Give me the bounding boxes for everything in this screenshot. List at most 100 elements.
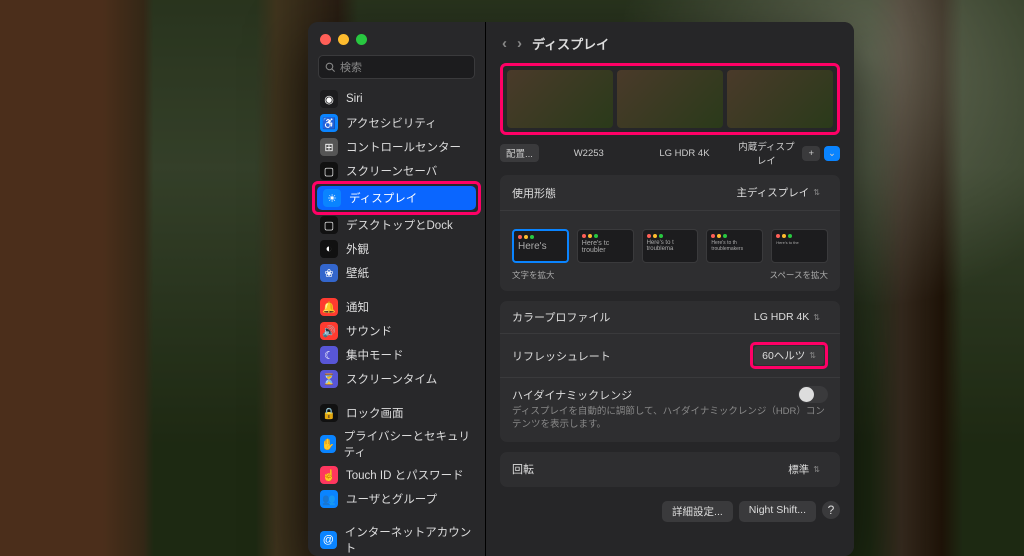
sidebar-item-desktop-dock[interactable]: ▢デスクトップとDock (308, 213, 485, 237)
rotation-row: 回転 標準⇅ (500, 452, 840, 487)
refresh-rate-select[interactable]: 60ヘルツ⇅ (754, 346, 824, 365)
sound-icon: 🔊 (320, 322, 338, 340)
scale-option[interactable]: Here's to t troublema (642, 229, 699, 267)
usage-label: 使用形態 (512, 185, 556, 201)
display-menu-button[interactable]: ⌄ (824, 146, 840, 161)
page-title: ディスプレイ (532, 34, 609, 53)
sidebar-item-label: スクリーンセーバ (346, 163, 437, 179)
sidebar-item-label: コントロールセンター (346, 139, 461, 155)
sidebar-item-appearance[interactable]: ◐ 外観 (308, 237, 485, 261)
sidebar-item-focus[interactable]: ☾ 集中モード (308, 343, 485, 367)
help-button[interactable]: ? (822, 501, 840, 519)
chevron-updown-icon: ⇅ (813, 465, 820, 474)
sidebar-item-label: 外観 (346, 241, 369, 257)
displays-icon: ☀ (323, 189, 341, 207)
usage-row: 使用形態 主ディスプレイ⇅ (500, 175, 840, 211)
at-icon: @ (320, 531, 337, 549)
sidebar-item-label: ユーザとグループ (346, 491, 437, 507)
annotation-highlight-refresh: 60ヘルツ⇅ (750, 342, 828, 369)
scale-option[interactable]: Here's to the (771, 229, 828, 267)
chevron-updown-icon: ⇅ (813, 313, 820, 322)
rotation-select[interactable]: 標準⇅ (780, 460, 828, 479)
rotation-label: 回転 (512, 461, 534, 477)
siri-icon: ◉ (320, 90, 338, 108)
hdr-toggle[interactable] (798, 386, 828, 403)
sidebar-item-wallpaper[interactable]: ❀ 壁紙 (308, 261, 485, 285)
sidebar-item-label: サウンド (346, 323, 392, 339)
back-button[interactable]: ‹ (502, 35, 507, 52)
display-names-row: 配置... W2253 LG HDR 4K 内蔵ディスプレイ + ⌄ (500, 137, 840, 175)
zoom-button[interactable] (356, 34, 367, 45)
users-icon: 👥 (320, 490, 338, 508)
color-profile-row: カラープロファイル LG HDR 4K⇅ (500, 301, 840, 334)
sidebar-item-label: プライバシーとセキュリティ (344, 428, 473, 460)
wallpaper-icon: ❀ (320, 264, 338, 282)
display-thumbnail[interactable] (617, 70, 723, 128)
search-icon (325, 62, 336, 73)
annotation-highlight-displays (500, 63, 840, 135)
sidebar-item-touchid[interactable]: ☝ Touch ID とパスワード (308, 463, 485, 487)
footer-buttons: 詳細設定... Night Shift... ? (500, 497, 840, 530)
sidebar-item-label: 集中モード (346, 347, 404, 363)
sidebar-item-screentime[interactable]: ⏳スクリーンタイム (308, 367, 485, 391)
scaling-row: Here's Here's tc troubler Here's to t tr… (500, 211, 840, 291)
screensaver-icon: ▢ (320, 162, 338, 180)
scale-option[interactable]: Here's to th troublemakers (706, 229, 763, 267)
sidebar-item-screensaver[interactable]: ▢ スクリーンセーバ (308, 159, 485, 183)
sidebar-item-label: Touch ID とパスワード (346, 467, 464, 483)
scale-option[interactable]: Here's tc troubler (577, 229, 634, 267)
scale-option[interactable]: Here's (512, 229, 569, 267)
sidebar-item-displays[interactable]: ☀ ディスプレイ (317, 186, 476, 210)
window-controls (308, 30, 485, 55)
display-name: W2253 (543, 148, 635, 159)
search-placeholder: 検索 (340, 59, 362, 75)
sidebar-item-label: インターネットアカウント (345, 524, 473, 556)
color-profile-label: カラープロファイル (512, 309, 610, 325)
rotation-panel: 回転 標準⇅ (500, 452, 840, 487)
color-profile-select[interactable]: LG HDR 4K⇅ (746, 309, 828, 325)
add-display-button[interactable]: + (802, 146, 820, 161)
sidebar-item-siri[interactable]: ◉ Siri (308, 87, 485, 111)
sidebar-item-label: Siri (346, 93, 363, 105)
sidebar-item-lockscreen[interactable]: 🔒ロック画面 (308, 401, 485, 425)
settings-panel: カラープロファイル LG HDR 4K⇅ リフレッシュレート 60ヘルツ⇅ ハイ… (500, 301, 840, 442)
night-shift-button[interactable]: Night Shift... (739, 501, 816, 522)
minimize-button[interactable] (338, 34, 349, 45)
sidebar-item-accessibility[interactable]: ♿アクセシビリティ (308, 111, 485, 135)
main-content: ‹ › ディスプレイ 配置... W2253 LG HDR 4K 内蔵ディスプレ… (486, 22, 854, 556)
sidebar-item-internet-accounts[interactable]: @ インターネットアカウント (308, 521, 485, 556)
arrange-button[interactable]: 配置... (500, 144, 539, 162)
appearance-icon: ◐ (320, 240, 338, 258)
scale-right-label: スペースを拡大 (770, 269, 828, 281)
sidebar-item-label: 壁紙 (346, 265, 369, 281)
sidebar-item-control-center[interactable]: ⊞ コントロールセンター (308, 135, 485, 159)
notifications-icon: 🔔 (320, 298, 338, 316)
close-button[interactable] (320, 34, 331, 45)
forward-button[interactable]: › (517, 35, 522, 52)
focus-icon: ☾ (320, 346, 338, 364)
sidebar-item-sound[interactable]: 🔊 サウンド (308, 319, 485, 343)
search-input[interactable]: 検索 (318, 55, 475, 79)
display-thumbnail[interactable] (507, 70, 613, 128)
sidebar-item-notifications[interactable]: 🔔通知 (308, 295, 485, 319)
sidebar-item-label: ディスプレイ (349, 190, 417, 206)
sidebar-item-label: デスクトップとDock (346, 217, 453, 233)
control-center-icon: ⊞ (320, 138, 338, 156)
sidebar-item-users[interactable]: 👥 ユーザとグループ (308, 487, 485, 511)
usage-select[interactable]: 主ディスプレイ⇅ (729, 183, 828, 202)
lock-icon: 🔒 (320, 404, 338, 422)
display-thumbnail[interactable] (727, 70, 833, 128)
privacy-icon: ✋ (320, 435, 336, 453)
display-name: LG HDR 4K (639, 148, 731, 159)
touchid-icon: ☝ (320, 466, 338, 484)
refresh-rate-label: リフレッシュレート (512, 348, 611, 364)
screentime-icon: ⏳ (320, 370, 338, 388)
scale-left-label: 文字を拡大 (512, 269, 555, 281)
annotation-highlight: ☀ ディスプレイ (312, 181, 481, 215)
sidebar-item-privacy[interactable]: ✋ プライバシーとセキュリティ (308, 425, 485, 463)
hdr-label: ハイダイナミックレンジ (512, 387, 632, 403)
chevron-updown-icon: ⇅ (809, 351, 816, 360)
sidebar-item-label: アクセシビリティ (346, 115, 437, 131)
hdr-description: ディスプレイを自動的に調節して、ハイダイナミックレンジ（HDR）コンテンツを表示… (500, 405, 840, 442)
advanced-button[interactable]: 詳細設定... (662, 501, 733, 522)
